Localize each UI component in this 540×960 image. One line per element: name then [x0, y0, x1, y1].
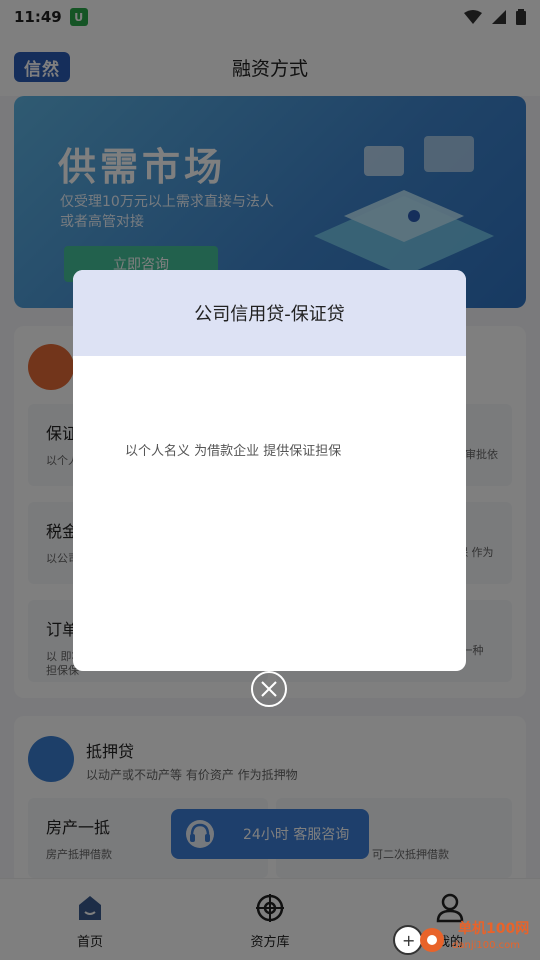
watermark-text: 单机100网 [458, 921, 530, 937]
loan-detail-dialog: 公司信用贷-保证贷 以个人名义 为借款企业 提供保证担保 [73, 270, 466, 671]
dialog-title: 公司信用贷-保证贷 [73, 270, 466, 356]
close-dialog-button[interactable] [251, 671, 287, 707]
site-watermark: + 单机100网 danji100.com [388, 914, 536, 958]
close-icon [261, 681, 277, 697]
svg-text:+: + [402, 931, 415, 950]
watermark-url: danji100.com [452, 940, 520, 951]
dialog-body-text: 以个人名义 为借款企业 提供保证担保 [125, 444, 342, 459]
watermark-logo-icon: + [393, 925, 444, 955]
